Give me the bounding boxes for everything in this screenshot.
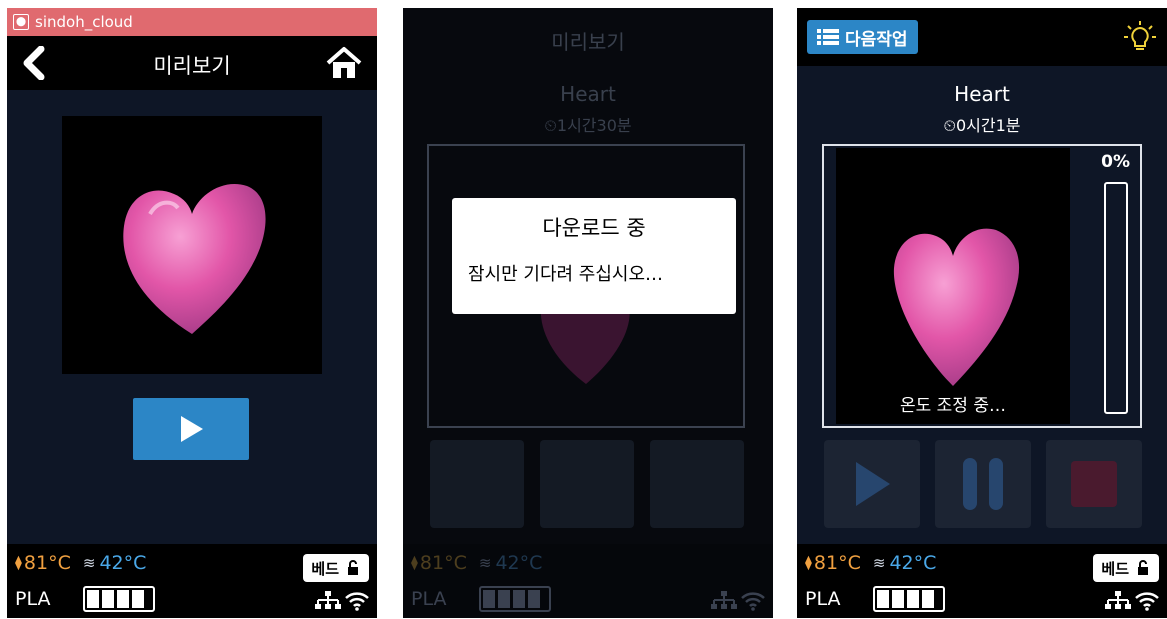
filament-level-indicator [479, 586, 551, 612]
model-name: Heart [954, 82, 1010, 106]
page-title: 미리보기 [153, 54, 231, 78]
bed-heater-icon: ≋ [478, 554, 492, 572]
dialog-message: 잠시만 기다려 주십시오… [468, 264, 664, 285]
bed-temp: ≋ 42°C [872, 552, 937, 574]
play-button[interactable] [824, 440, 920, 528]
dialog-title: 다운로드 중 [542, 216, 646, 240]
print-status: 온도 조정 중… [899, 396, 1006, 416]
nozzle-icon: ⧫ [411, 555, 418, 571]
progress-bar [1104, 182, 1128, 414]
header: 다음작업 [797, 8, 1167, 66]
clock-icon: ⏲ [943, 116, 956, 135]
play-button[interactable] [133, 398, 249, 460]
play-icon [181, 416, 203, 442]
material-label: PLA [15, 588, 51, 610]
heart-model-image [123, 184, 266, 334]
wifi-icon [345, 592, 369, 611]
bed-lock-button[interactable]: 베드 [1093, 554, 1159, 582]
bed-heater-icon: ≋ [872, 554, 886, 572]
list-icon [817, 29, 839, 45]
page-title: 미리보기 [551, 30, 625, 54]
model-preview: 온도 조정 중… [836, 148, 1070, 424]
header: 미리보기 [7, 36, 377, 90]
model-preview-frame: 온도 조정 중… 0% [822, 144, 1142, 428]
print-time: ⏲0시간1분 [943, 116, 1021, 135]
bed-temp: ≋ 42°C [478, 552, 543, 574]
wifi-icon [741, 592, 765, 611]
stop-button[interactable] [1046, 440, 1142, 528]
status-bar: ⧫ 81°C ≋ 42°C 베드 PLA [797, 544, 1167, 618]
filament-level-indicator [83, 586, 155, 612]
unlock-icon [348, 560, 358, 575]
nozzle-icon: ⧫ [15, 555, 22, 571]
filament-level-indicator [873, 586, 945, 612]
ethernet-icon [315, 591, 341, 609]
nozzle-temp: ⧫ 81°C [15, 552, 71, 574]
status-bar: ⧫ 81°C ≋ 42°C PLA [403, 544, 773, 618]
play-icon [856, 462, 890, 506]
nozzle-temp: ⧫ 81°C [411, 552, 467, 574]
nozzle-icon: ⧫ [805, 555, 812, 571]
home-icon[interactable] [325, 46, 363, 80]
ethernet-icon [1105, 591, 1131, 609]
print-time: ⏲1시간30분 [544, 116, 632, 135]
app-name: sindoh_cloud [35, 13, 133, 31]
lock-app-icon: ⬤ [13, 14, 29, 30]
nozzle-temp: ⧫ 81°C [805, 552, 861, 574]
stop-button [650, 440, 744, 528]
download-screen: 미리보기 Heart ⏲1시간30분 다운로드 중 잠시만 기다려 주십시오… … [403, 8, 773, 618]
pause-icon [963, 458, 1003, 510]
preview-screen: ⬤ sindoh_cloud 미리보기 ⧫ 81°C ≋ 42°C 베드 PLA [7, 8, 377, 618]
bed-heater-icon: ≋ [82, 554, 96, 572]
heart-model-image [893, 228, 1020, 386]
clock-icon: ⏲ [544, 116, 557, 135]
wifi-icon [1135, 592, 1159, 611]
light-bulb-icon[interactable] [1123, 20, 1157, 54]
pause-button [540, 440, 634, 528]
app-notification-bar: ⬤ sindoh_cloud [7, 8, 377, 36]
model-name: Heart [560, 82, 616, 106]
bed-lock-button[interactable]: 베드 [303, 554, 369, 582]
download-dialog: 다운로드 중 잠시만 기다려 주십시오… [452, 198, 736, 314]
progress-percent: 0% [1101, 152, 1130, 172]
next-job-button[interactable]: 다음작업 [807, 20, 918, 54]
ethernet-icon [711, 591, 737, 609]
play-button [430, 440, 524, 528]
unlock-icon [1138, 560, 1148, 575]
stop-icon [1071, 461, 1117, 507]
bed-temp: ≋ 42°C [82, 552, 147, 574]
model-preview [62, 116, 322, 374]
status-bar: ⧫ 81°C ≋ 42°C 베드 PLA [7, 544, 377, 618]
material-label: PLA [411, 588, 447, 610]
material-label: PLA [805, 588, 841, 610]
pause-button[interactable] [935, 440, 1031, 528]
printing-screen: 다음작업 Heart ⏲0시간1분 온도 조정 중… 0% ⧫ 81°C ≋ 4… [797, 8, 1167, 618]
